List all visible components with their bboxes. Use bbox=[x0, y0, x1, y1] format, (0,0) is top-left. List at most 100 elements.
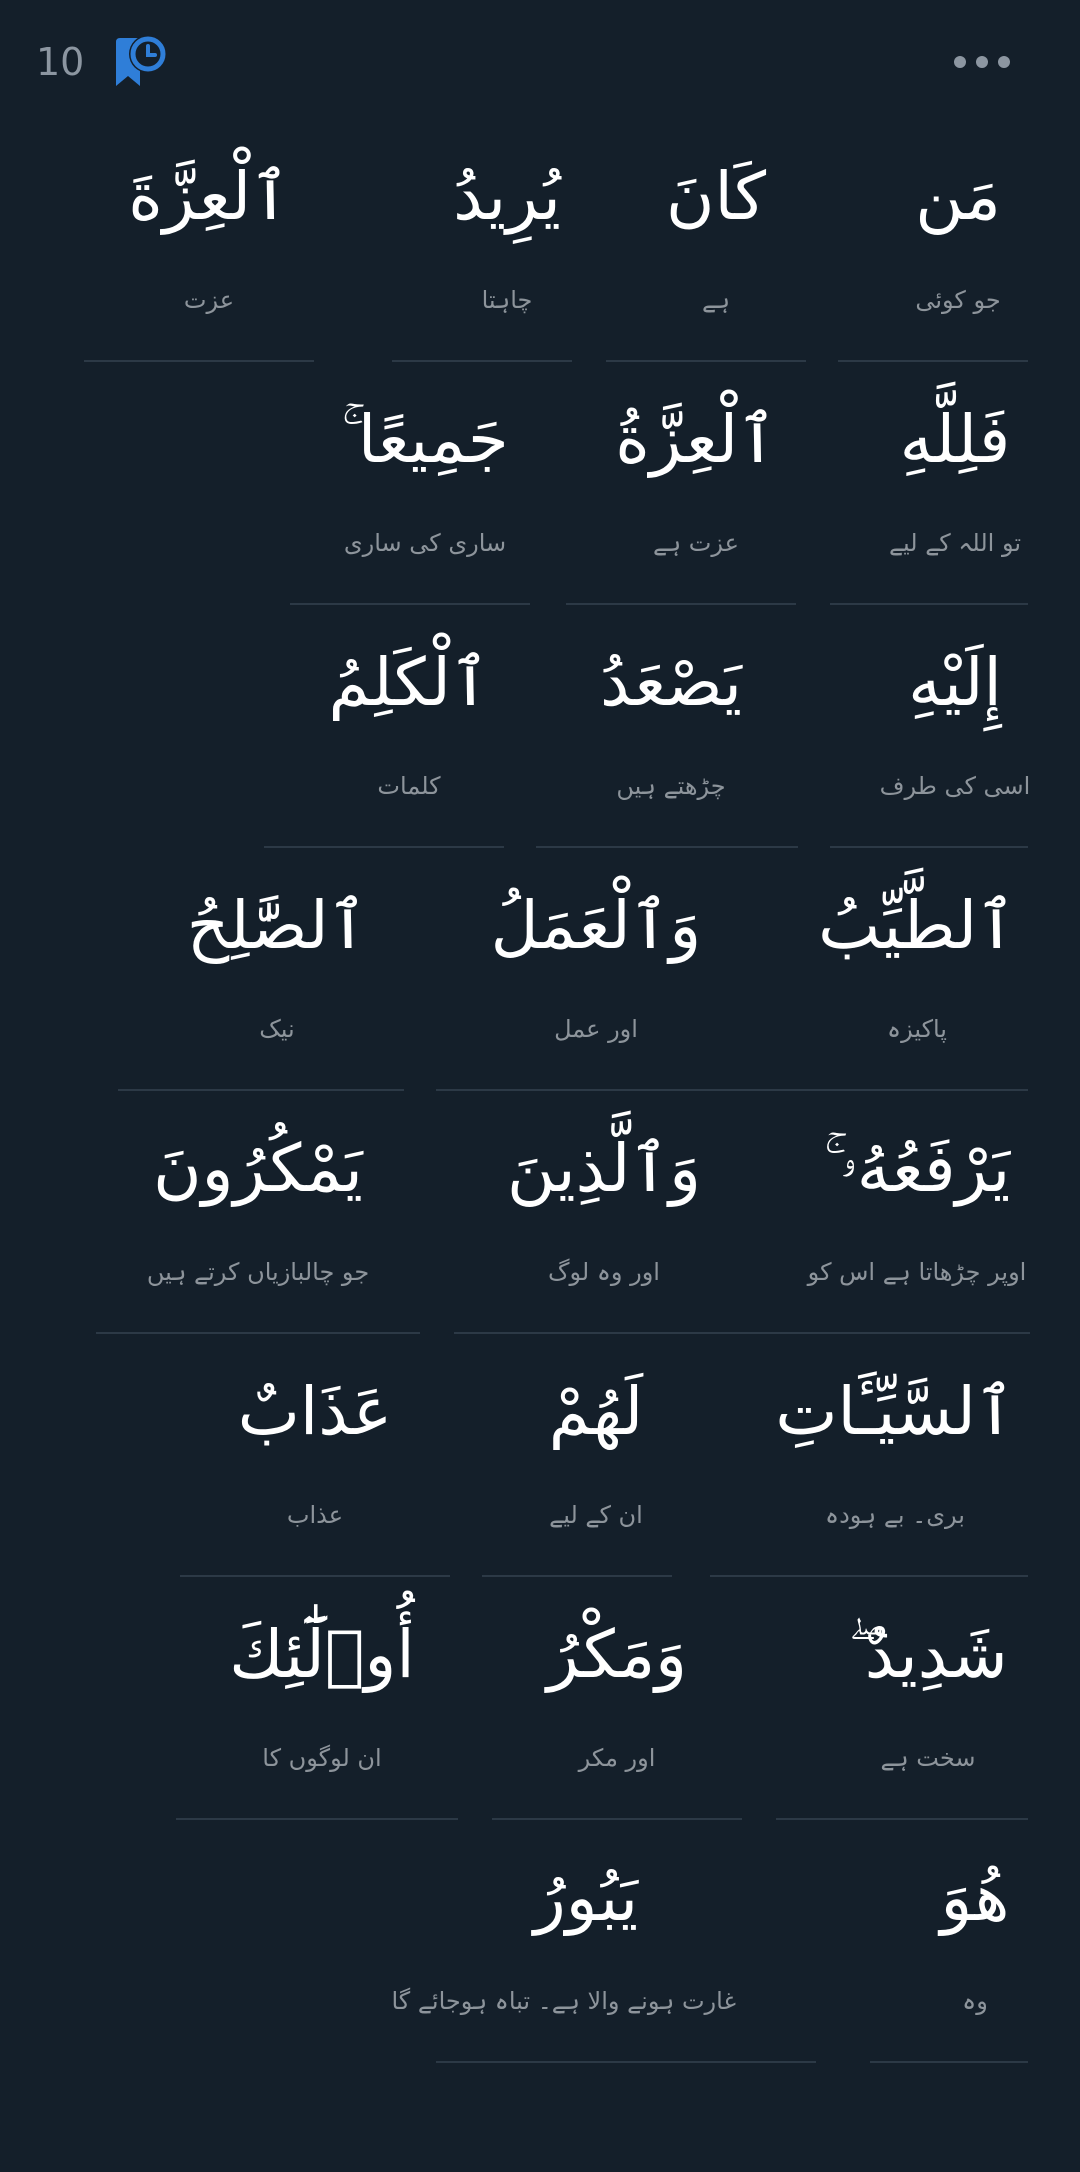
word-cell[interactable]: ٱلصَّٰلِحُ نیک bbox=[118, 849, 436, 1092]
urdu-translation: چاہتا bbox=[481, 286, 533, 314]
word-cell[interactable]: ٱلْكَلِمُ کلمات bbox=[264, 606, 554, 849]
word-divider bbox=[870, 2061, 1028, 2063]
word-cell[interactable]: ٱلسَّيِّـَٔاتِ بری۔ بے ہودہ bbox=[710, 1335, 1080, 1578]
word-divider bbox=[482, 1575, 672, 1577]
arabic-word: يَبُورُ bbox=[533, 1859, 639, 1936]
urdu-translation: ساری کی ساری bbox=[343, 529, 507, 557]
arabic-word: يَصْعَدُ bbox=[599, 644, 743, 721]
word-cell[interactable]: كَانَ ہے bbox=[606, 120, 826, 363]
word-divider bbox=[436, 2061, 816, 2063]
word-cell[interactable]: وَٱلْعَمَلُ اور عمل bbox=[436, 849, 756, 1092]
word-cell[interactable]: شَدِيدٌ ۖ سخت ہے bbox=[776, 1578, 1080, 1821]
word-cell[interactable]: يُرِيدُ چاہتا bbox=[392, 120, 622, 363]
word-cell[interactable]: لَهُمْ ان کے لیے bbox=[482, 1335, 710, 1578]
urdu-translation: بری۔ بے ہودہ bbox=[825, 1501, 965, 1529]
arabic-word: ٱلْعِزَّةُ bbox=[615, 401, 777, 478]
word-cell[interactable]: يَبُورُ غارت ہونے والا ہے۔ تباہ ہوجائے گا bbox=[391, 1821, 736, 2064]
word-cell[interactable]: مَن جو کوئی bbox=[838, 120, 1078, 363]
urdu-translation: تو اللہ کے لیے bbox=[888, 529, 1022, 557]
urdu-translation: اور وہ لوگ bbox=[548, 1258, 660, 1286]
word-cell[interactable]: يَرْفَعُهُۥ ۚ اوپر چڑھاتا ہے اس کو bbox=[754, 1092, 1080, 1335]
urdu-translation: جو چالبازیاں کرتے ہیں bbox=[146, 1258, 370, 1286]
urdu-translation: عذاب bbox=[286, 1501, 344, 1529]
arabic-word: ٱلْكَلِمُ bbox=[328, 644, 490, 721]
word-divider bbox=[754, 1089, 1028, 1091]
urdu-translation: اوپر چڑھاتا ہے اس کو bbox=[807, 1258, 1027, 1286]
word-divider bbox=[838, 360, 1028, 362]
word-divider bbox=[180, 1575, 450, 1577]
arabic-word: وَمَكْرُ bbox=[546, 1616, 688, 1693]
arabic-word: جَمِيعًا ۚ bbox=[341, 401, 509, 478]
word-divider bbox=[118, 1089, 404, 1091]
arabic-word: يَرْفَعُهُۥ ۚ bbox=[823, 1130, 1011, 1207]
urdu-translation: نیک bbox=[259, 1015, 295, 1043]
arabic-word: وَٱلْعَمَلُ bbox=[490, 887, 702, 964]
word-divider bbox=[830, 603, 1028, 605]
word-cell[interactable]: إِلَيْهِ اسی کی طرف bbox=[830, 606, 1080, 849]
word-cell[interactable]: يَمْكُرُونَ جو چالبازیاں کرتے ہیں bbox=[96, 1092, 420, 1335]
urdu-translation: سخت ہے bbox=[880, 1744, 976, 1772]
word-cell[interactable]: ٱلطَّيِّبُ پاکیزہ bbox=[754, 849, 1080, 1092]
urdu-translation: ان لوگوں کا bbox=[262, 1744, 382, 1772]
bookmark-clock-icon[interactable] bbox=[112, 30, 170, 92]
urdu-translation: چڑھتے ہیں bbox=[616, 772, 726, 800]
more-dots-icon[interactable] bbox=[952, 52, 1012, 72]
word-cell[interactable]: ٱلْعِزَّةَ عزت bbox=[84, 120, 334, 363]
ayah-word-row: ٱلطَّيِّبُ پاکیزہ وَٱلْعَمَلُ اور عمل ٱلصَّٰ… bbox=[0, 849, 1080, 1092]
arabic-word: إِلَيْهِ bbox=[908, 644, 1002, 721]
arabic-word: ٱلْعِزَّةَ bbox=[128, 158, 290, 235]
urdu-translation: جو کوئی bbox=[915, 286, 1001, 314]
word-divider bbox=[454, 1332, 754, 1334]
arabic-word: كَانَ bbox=[666, 158, 766, 235]
arabic-word: ٱلطَّيِّبُ bbox=[818, 887, 1016, 964]
word-divider bbox=[536, 846, 798, 848]
word-cell[interactable]: أُو۟لَٰٓئِكَ ان لوگوں کا bbox=[176, 1578, 468, 1821]
word-divider bbox=[606, 360, 806, 362]
word-divider bbox=[566, 603, 796, 605]
word-cell[interactable]: فَلِلَّهِ تو اللہ کے لیے bbox=[830, 363, 1080, 606]
arabic-word: أُو۟لَٰٓئِكَ bbox=[229, 1616, 415, 1693]
word-cell[interactable]: عَذَابٌ عذاب bbox=[180, 1335, 450, 1578]
arabic-word: عَذَابٌ bbox=[237, 1373, 393, 1450]
word-cell[interactable]: ٱلْعِزَّةُ عزت ہے bbox=[566, 363, 826, 606]
arabic-word: يَمْكُرُونَ bbox=[153, 1130, 363, 1207]
word-divider bbox=[84, 360, 314, 362]
urdu-translation: غارت ہونے والا ہے۔ تباہ ہوجائے گا bbox=[391, 1987, 736, 2015]
word-divider bbox=[436, 1089, 756, 1091]
urdu-translation: عزت bbox=[183, 286, 235, 314]
urdu-translation: اور مکر bbox=[578, 1744, 656, 1772]
word-cell[interactable]: هُوَ وہ bbox=[870, 1821, 1080, 2064]
ayah-word-row: ٱلسَّيِّـَٔاتِ بری۔ بے ہودہ لَهُمْ ان کے لی… bbox=[0, 1335, 1080, 1578]
top-bar: 10 bbox=[0, 0, 1080, 124]
word-by-word-list: مَن جو کوئی كَانَ ہے يُرِيدُ چاہتا ٱلْعِزَّةَ ع… bbox=[0, 120, 1080, 2064]
word-divider bbox=[290, 603, 530, 605]
arabic-word: مَن bbox=[915, 158, 1001, 235]
word-divider bbox=[776, 1818, 1028, 1820]
ayah-word-row: إِلَيْهِ اسی کی طرف يَصْعَدُ چڑھتے ہیں ٱلْكَ… bbox=[0, 606, 1080, 849]
ayah-word-row: مَن جو کوئی كَانَ ہے يُرِيدُ چاہتا ٱلْعِزَّةَ ع… bbox=[0, 120, 1080, 363]
urdu-translation: پاکیزہ bbox=[887, 1015, 947, 1043]
word-divider bbox=[176, 1818, 458, 1820]
word-divider bbox=[492, 1818, 742, 1820]
urdu-translation: وہ bbox=[962, 1987, 988, 2015]
urdu-translation: ہے bbox=[701, 286, 731, 314]
word-divider bbox=[830, 846, 1028, 848]
arabic-word: وَٱلَّذِينَ bbox=[507, 1130, 701, 1207]
arabic-word: يُرِيدُ bbox=[453, 158, 561, 235]
urdu-translation: کلمات bbox=[377, 772, 441, 800]
verse-number: 10 bbox=[36, 40, 85, 84]
word-cell[interactable]: جَمِيعًا ۚ ساری کی ساری bbox=[290, 363, 560, 606]
word-divider bbox=[710, 1575, 1028, 1577]
arabic-word: ٱلصَّٰلِحُ bbox=[186, 887, 368, 964]
arabic-word: ٱلسَّيِّـَٔاتِ bbox=[775, 1373, 1015, 1450]
word-divider bbox=[754, 1332, 1030, 1334]
word-cell[interactable]: وَمَكْرُ اور مکر bbox=[492, 1578, 742, 1821]
word-divider bbox=[264, 846, 504, 848]
arabic-word: هُوَ bbox=[940, 1859, 1010, 1936]
ayah-word-row: فَلِلَّهِ تو اللہ کے لیے ٱلْعِزَّةُ عزت ہے ج… bbox=[0, 363, 1080, 606]
urdu-translation: اور عمل bbox=[554, 1015, 638, 1043]
word-cell[interactable]: يَصْعَدُ چڑھتے ہیں bbox=[536, 606, 806, 849]
ayah-word-row: يَرْفَعُهُۥ ۚ اوپر چڑھاتا ہے اس کو وَٱلَّذ… bbox=[0, 1092, 1080, 1335]
urdu-translation: اسی کی طرف bbox=[879, 772, 1031, 800]
word-cell[interactable]: وَٱلَّذِينَ اور وہ لوگ bbox=[454, 1092, 754, 1335]
